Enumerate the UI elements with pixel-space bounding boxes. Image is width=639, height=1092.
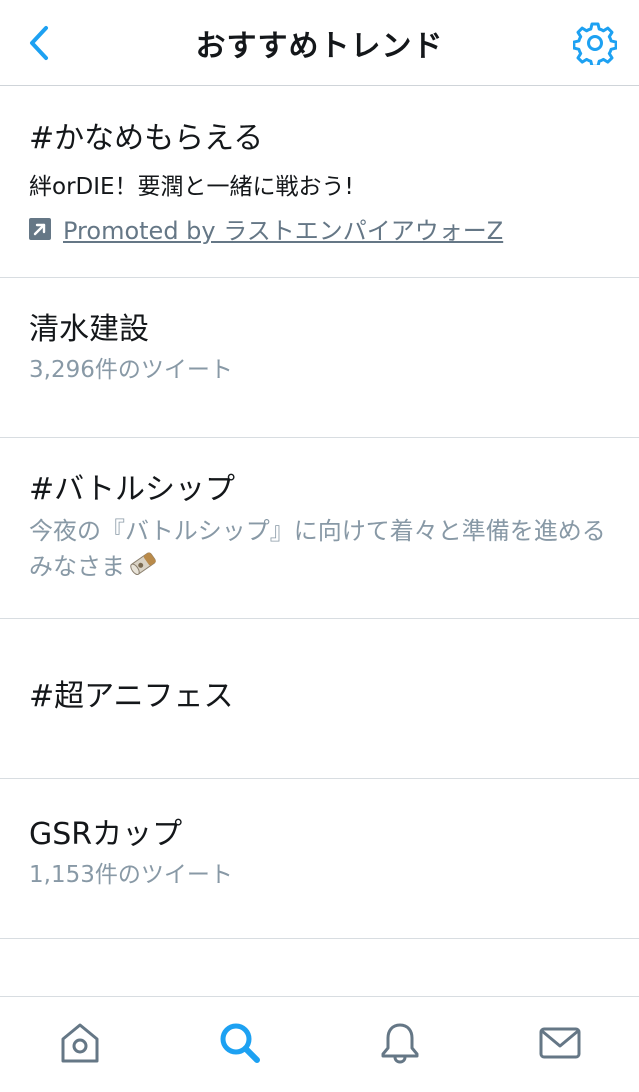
trend-name: 清水建設: [29, 312, 149, 347]
settings-button[interactable]: [571, 19, 619, 67]
tab-search[interactable]: [214, 1017, 266, 1069]
tweet-count: 3,296件のツイート: [29, 357, 233, 383]
header-bar: おすすめトレンド: [0, 0, 639, 86]
trend-name: #かなめもらえる: [29, 121, 264, 156]
bell-icon: [381, 1023, 419, 1064]
promoted-row: Promoted by ラストエンパイアウォーZ: [29, 211, 615, 246]
trend-context: 今夜の『バトルシップ』に向けて着々と準備を進めるみなさま: [29, 515, 615, 587]
bullet-emoji-icon: [127, 548, 161, 587]
tab-home[interactable]: [54, 1017, 106, 1069]
promoted-by-link[interactable]: Promoted by ラストエンパイアウォーZ: [63, 211, 503, 246]
trend-item[interactable]: 清水建設 3,296件のツイート: [0, 278, 639, 438]
trend-list: #かなめもらえる 絆orDIE！要潤と一緒に戦おう! Promoted by ラ…: [0, 86, 639, 939]
tab-messages[interactable]: [534, 1017, 586, 1069]
trend-description: 絆orDIE！要潤と一緒に戦おう!: [29, 174, 354, 200]
trends-screen: おすすめトレンド #かなめもらえる 絆orDIE！要潤と一緒に戦おう! Prom…: [0, 0, 639, 1092]
trend-item[interactable]: GSRカップ 1,153件のツイート: [0, 779, 639, 939]
promoted-arrow-icon: [29, 217, 51, 240]
trend-name: GSRカップ: [29, 817, 183, 852]
envelope-icon: [539, 1027, 581, 1059]
back-button[interactable]: [16, 20, 62, 66]
tab-notifications[interactable]: [374, 1017, 426, 1069]
trend-item[interactable]: #バトルシップ 今夜の『バトルシップ』に向けて着々と準備を進めるみなさま: [0, 438, 639, 619]
trend-name: #超アニフェス: [29, 679, 234, 714]
page-title: おすすめトレンド: [195, 28, 444, 64]
search-icon: [220, 1023, 260, 1063]
trend-name: #バトルシップ: [29, 472, 236, 507]
home-icon: [61, 1023, 99, 1063]
trend-item[interactable]: #超アニフェス: [0, 619, 639, 779]
trend-context-text: 今夜の『バトルシップ』に向けて着々と準備を進めるみなさま: [29, 517, 606, 581]
bottom-tab-bar: [0, 996, 639, 1092]
chevron-left-icon: [30, 26, 48, 60]
tweet-count: 1,153件のツイート: [29, 862, 233, 888]
trend-item-promoted[interactable]: #かなめもらえる 絆orDIE！要潤と一緒に戦おう! Promoted by ラ…: [0, 86, 639, 278]
gear-icon: [573, 22, 617, 65]
